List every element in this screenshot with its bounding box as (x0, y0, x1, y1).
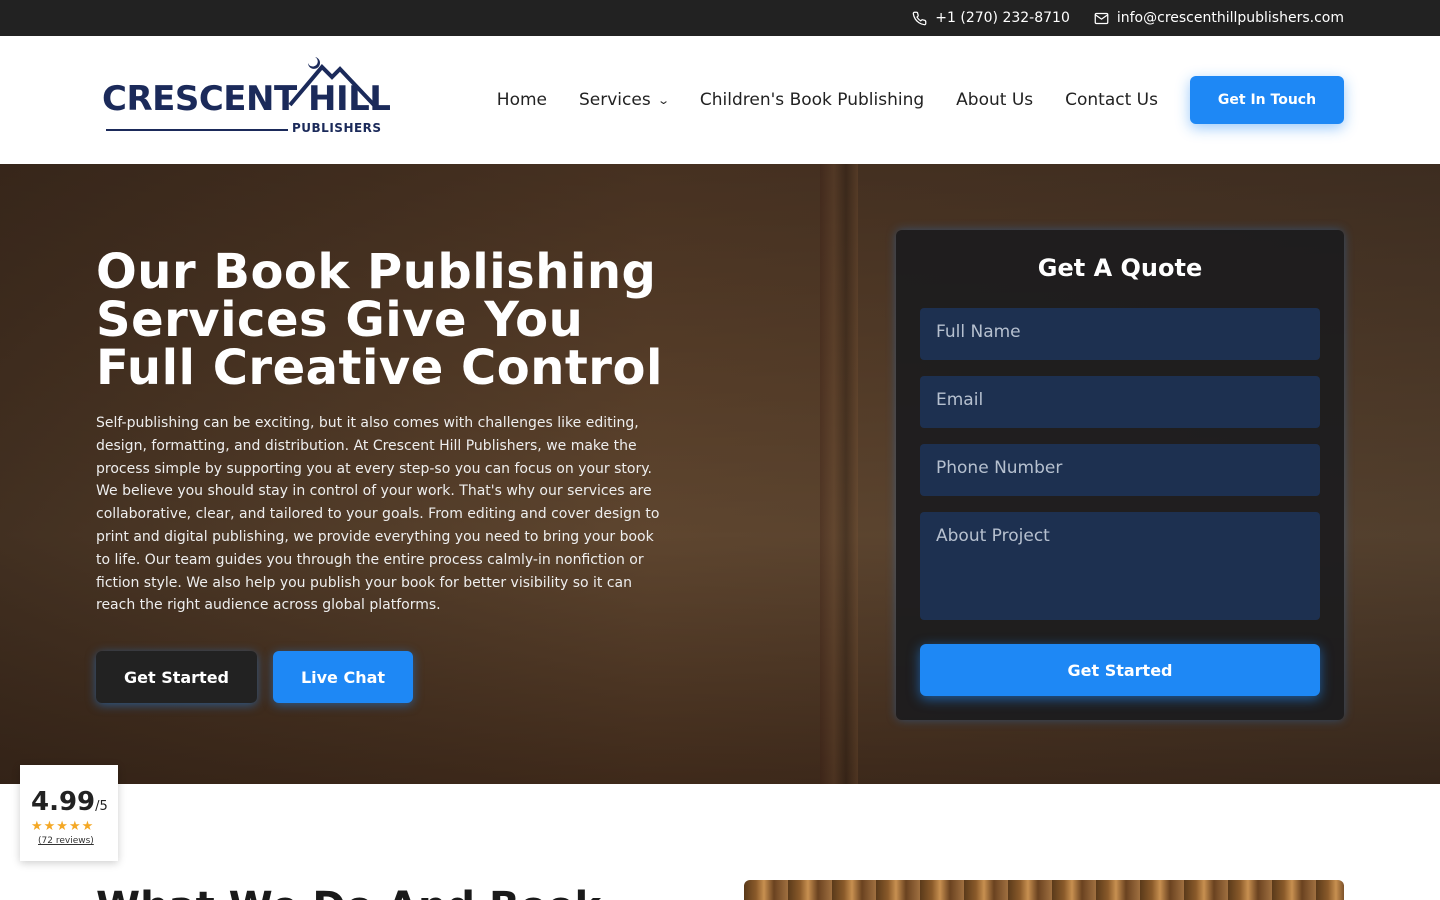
rating-value: 4.99 (31, 787, 96, 817)
get-in-touch-button[interactable]: Get In Touch (1190, 76, 1344, 124)
full-name-field[interactable] (936, 322, 1304, 342)
nav-home[interactable]: Home (497, 90, 547, 110)
logo[interactable]: CRESCENT HILL PUBLISHERS (102, 55, 392, 145)
section-heading: What We Do And Book (96, 884, 601, 900)
top-bar: +1 (270) 232-8710 info@crescenthillpubli… (0, 0, 1440, 36)
rating-score: 4.99/5 (31, 787, 118, 817)
hero-content: Our Book Publishing Services Give You Fu… (96, 248, 666, 704)
logo-main-text: CRESCENT HILL (102, 79, 391, 119)
quote-submit-button[interactable]: Get Started (920, 644, 1320, 696)
main-nav: Home Services ⌄ Children's Book Publishi… (497, 76, 1344, 124)
nav-services-label: Services (579, 90, 651, 110)
nav-childrens-book-publishing[interactable]: Children's Book Publishing (700, 90, 924, 110)
star-rating-icon: ★★★★★ (31, 819, 95, 834)
hero-section: Our Book Publishing Services Give You Fu… (0, 164, 1440, 784)
site-header: CRESCENT HILL PUBLISHERS Home Services ⌄… (0, 36, 1440, 164)
live-chat-button[interactable]: Live Chat (273, 651, 413, 704)
email-contact[interactable]: info@crescenthillpublishers.com (1094, 10, 1344, 26)
nav-contact-us[interactable]: Contact Us (1065, 90, 1158, 110)
logo-underline (106, 129, 288, 131)
email-field[interactable] (936, 390, 1304, 410)
about-project-field[interactable] (936, 526, 1304, 586)
chevron-down-icon: ⌄ (656, 93, 670, 107)
hero-title-line-3: Full Creative Control (96, 340, 663, 396)
phone-contact[interactable]: +1 (270) 232-8710 (912, 10, 1070, 26)
quote-form: Get A Quote Get Started (896, 230, 1344, 720)
hero-title: Our Book Publishing Services Give You Fu… (96, 248, 666, 392)
phone-icon (912, 11, 927, 25)
logo-sub-text: PUBLISHERS (292, 121, 382, 135)
hero-buttons: Get Started Live Chat (96, 651, 666, 704)
nav-about-us[interactable]: About Us (956, 90, 1033, 110)
hero-description: Self-publishing can be exciting, but it … (96, 415, 660, 614)
reviews-link[interactable]: (72 reviews) (38, 836, 118, 846)
nav-services[interactable]: Services ⌄ (579, 90, 670, 110)
phone-field-wrapper (920, 444, 1320, 496)
rating-badge[interactable]: 4.99/5 ★★★★★ (72 reviews) (20, 765, 118, 861)
mail-icon (1094, 12, 1109, 24)
rating-out-of: /5 (95, 799, 108, 814)
email-field-wrapper (920, 376, 1320, 428)
full-name-field-wrapper (920, 308, 1320, 360)
phone-number-field[interactable] (936, 458, 1304, 478)
get-started-button[interactable]: Get Started (96, 651, 257, 704)
email-address: info@crescenthillpublishers.com (1116, 10, 1344, 26)
phone-number: +1 (270) 232-8710 (935, 10, 1070, 26)
project-field-wrapper (920, 512, 1320, 620)
section-image (744, 880, 1344, 900)
quote-form-title: Get A Quote (1037, 254, 1203, 282)
